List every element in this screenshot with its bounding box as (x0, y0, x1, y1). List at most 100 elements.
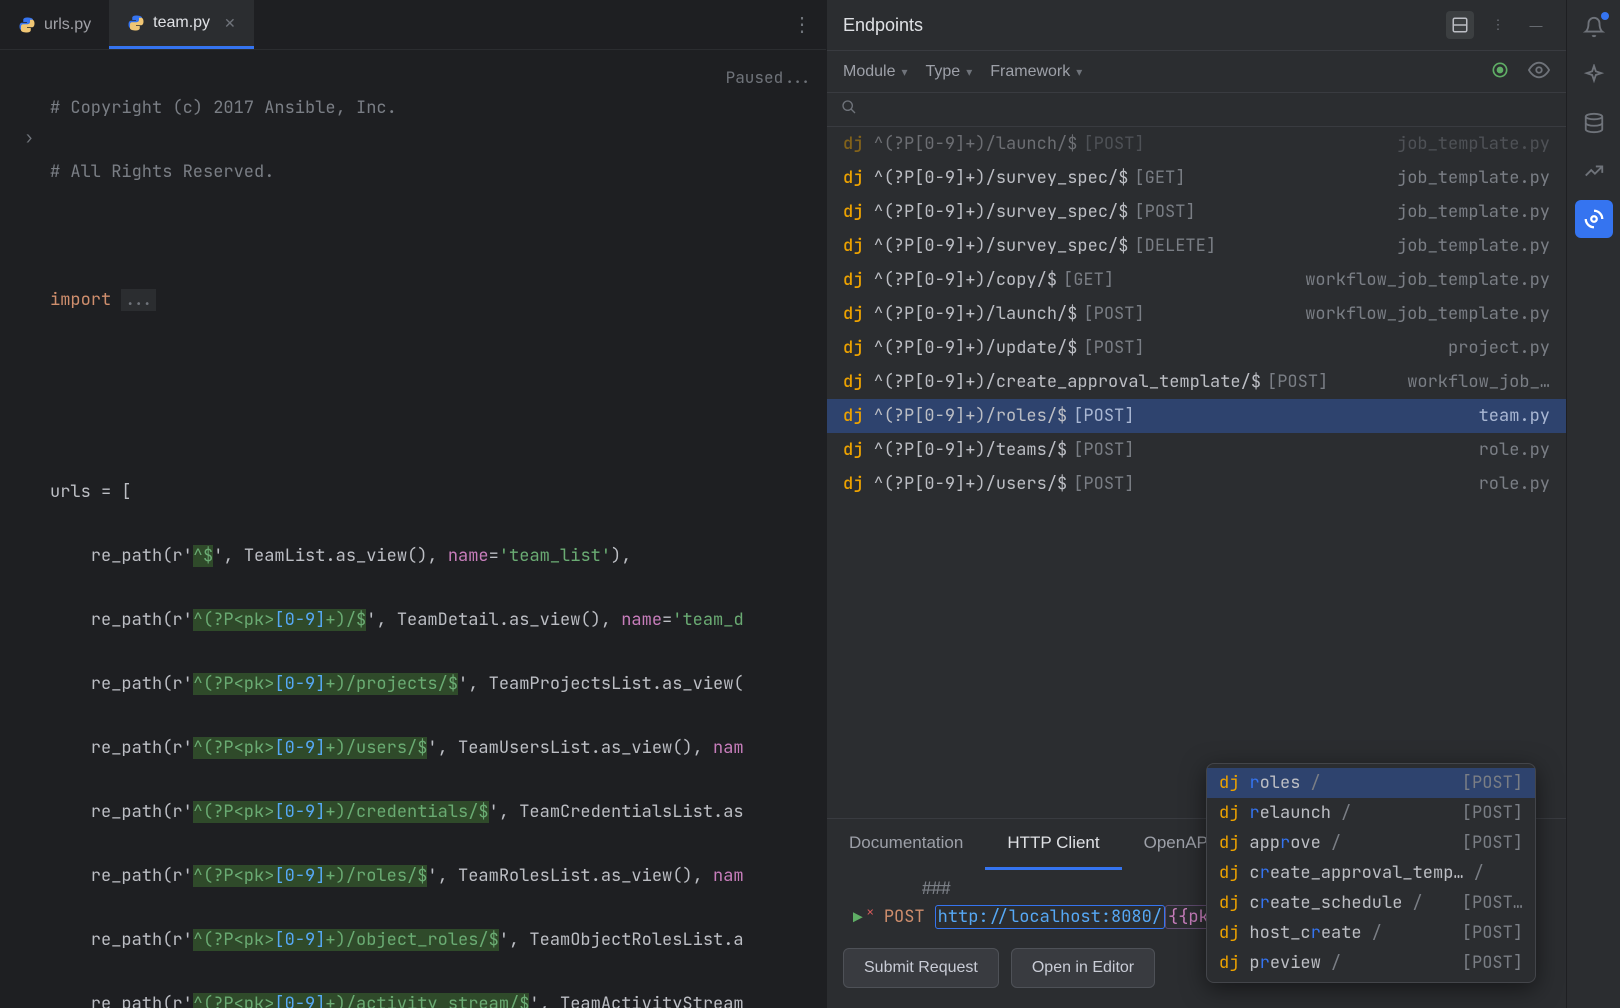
endpoints-search[interactable] (827, 93, 1566, 127)
search-icon (841, 99, 857, 120)
tab-label: urls.py (44, 16, 91, 34)
chevron-down-icon (901, 63, 907, 81)
autocomplete-popup: djroles/[POST]djrelaunch/[POST]djapprove… (1206, 763, 1536, 983)
filter-module[interactable]: Module (843, 63, 908, 81)
autocomplete-method: [POST] (1462, 832, 1523, 854)
kebab-menu-icon[interactable]: ⋮ (1484, 11, 1512, 39)
python-icon (18, 16, 36, 34)
autocomplete-label: relaunch (1249, 802, 1331, 824)
endpoint-row[interactable]: dj^(?P[0-9]+)/launch/$[POST]workflow_job… (827, 297, 1566, 331)
endpoints-list: dj ^(?P[0-9]+)/launch/$ [POST] job_template… (827, 127, 1566, 818)
endpoint-path: ^(?P[0-9]+)/launch/$ (873, 303, 1077, 325)
chevron-down-icon (1076, 63, 1082, 81)
autocomplete-label: roles (1249, 772, 1300, 794)
tab-http-client[interactable]: HTTP Client (985, 819, 1121, 870)
tab-documentation[interactable]: Documentation (827, 819, 985, 870)
endpoint-row[interactable]: dj^(?P[0-9]+)/users/$[POST]role.py (827, 467, 1566, 501)
framework-badge: dj (843, 337, 863, 359)
endpoint-method: [DELETE] (1134, 235, 1216, 257)
framework-badge: dj (1219, 952, 1239, 974)
endpoint-path: ^(?P[0-9]+)/teams/$ (873, 439, 1067, 461)
endpoint-method: [POST] (1083, 337, 1144, 359)
endpoint-row[interactable]: dj^(?P[0-9]+)/roles/$[POST]team.py (827, 399, 1566, 433)
fold-icon[interactable]: › (0, 122, 50, 154)
chevron-down-icon (966, 63, 972, 81)
chart-icon[interactable] (1575, 152, 1613, 190)
http-url-base: http://localhost:8080/ (935, 905, 1165, 929)
endpoint-path: ^(?P[0-9]+)/copy/$ (873, 269, 1057, 291)
endpoint-row[interactable]: dj ^(?P[0-9]+)/create_approval_template/$… (827, 365, 1566, 399)
endpoint-path: ^(?P[0-9]+)/survey_spec/$ (873, 167, 1128, 189)
endpoint-file: job_template.py (1397, 201, 1550, 223)
endpoint-method: [POST] (1073, 473, 1134, 495)
framework-badge: dj (843, 269, 863, 291)
open-in-editor-button[interactable]: Open in Editor (1011, 948, 1155, 988)
database-icon[interactable] (1575, 104, 1613, 142)
code-editor[interactable]: Paused... › # Copyright (c) 2017 Ansible… (0, 50, 826, 1008)
comment-line: # Copyright (c) 2017 Ansible, Inc. (50, 97, 397, 119)
framework-badge: dj (843, 439, 863, 461)
endpoint-file: team.py (1479, 405, 1550, 427)
endpoint-path: ^(?P[0-9]+)/survey_spec/$ (873, 201, 1128, 223)
file-tab-urls[interactable]: urls.py (0, 0, 109, 49)
notifications-icon[interactable] (1575, 8, 1613, 46)
ai-icon[interactable] (1575, 56, 1613, 94)
target-icon[interactable] (1490, 60, 1510, 83)
framework-badge: dj (843, 201, 863, 223)
close-tab-icon[interactable]: ✕ (224, 15, 236, 32)
autocomplete-label: host_create (1249, 922, 1361, 944)
endpoint-path: ^(?P[0-9]+)/roles/$ (873, 405, 1067, 427)
framework-badge: dj (843, 473, 863, 495)
endpoint-row[interactable]: dj ^(?P[0-9]+)/copy/$ [GET] workflow_job_te… (827, 263, 1566, 297)
autocomplete-item[interactable]: djpreview/[POST] (1207, 948, 1535, 978)
cancel-icon[interactable]: ✕ (867, 904, 874, 920)
endpoint-file: job_template.py (1397, 133, 1550, 155)
autocomplete-item[interactable]: djcreate_schedule/[POST… (1207, 888, 1535, 918)
endpoint-method: [GET] (1063, 269, 1114, 291)
endpoint-path: ^(?P[0-9]+)/update/$ (873, 337, 1077, 359)
endpoint-method: [POST] (1134, 201, 1195, 223)
endpoint-row[interactable]: dj^(?P[0-9]+)/launch/$[POST]job_template… (827, 127, 1566, 161)
submit-request-button[interactable]: Submit Request (843, 948, 999, 988)
framework-badge: dj (1219, 772, 1239, 794)
filter-type[interactable]: Type (926, 63, 973, 81)
autocomplete-method: [POST] (1462, 772, 1523, 794)
endpoint-file: job_template.py (1397, 167, 1550, 189)
http-method: POST (884, 906, 925, 928)
run-icon[interactable]: ▶ (853, 907, 863, 928)
autocomplete-label: preview (1249, 952, 1320, 974)
endpoint-path: ^(?P[0-9]+)/launch/$ (873, 133, 1077, 155)
endpoints-tool-icon[interactable] (1575, 200, 1613, 238)
endpoint-path: ^(?P[0-9]+)/survey_spec/$ (873, 235, 1128, 257)
endpoint-row[interactable]: dj ^(?P[0-9]+)/survey_spec/$ [DELETE] job_t… (827, 229, 1566, 263)
endpoint-path: ^(?P[0-9]+)/create_approval_template/$ (873, 371, 1261, 393)
framework-badge: dj (1219, 892, 1239, 914)
autocomplete-item[interactable]: djroles/[POST] (1207, 768, 1535, 798)
layout-icon[interactable] (1446, 11, 1474, 39)
autocomplete-item[interactable]: djcreate_approval_temp…/ (1207, 858, 1535, 888)
autocomplete-method: [POST… (1462, 892, 1523, 914)
eye-icon[interactable] (1528, 59, 1550, 84)
endpoints-tool-window: Endpoints ⋮ — Module Type Framework dj^(… (826, 0, 1566, 1008)
minimize-icon[interactable]: — (1522, 11, 1550, 39)
framework-badge: dj (843, 235, 863, 257)
autocomplete-item[interactable]: djrelaunch/[POST] (1207, 798, 1535, 828)
endpoint-method: [POST] (1073, 439, 1134, 461)
editor-tabs-bar: urls.py team.py ✕ ⋮ (0, 0, 826, 50)
endpoint-row[interactable]: dj ^(?P[0-9]+)/survey_spec/$ [POST] job_tem… (827, 195, 1566, 229)
endpoints-title: Endpoints (843, 15, 1436, 36)
autocomplete-item[interactable]: djhost_create/[POST] (1207, 918, 1535, 948)
framework-badge: dj (843, 303, 863, 325)
endpoint-file: job_template.py (1397, 235, 1550, 257)
tab-overflow-menu[interactable]: ⋮ (778, 12, 826, 37)
endpoint-file: workflow_job_template.py (1305, 269, 1550, 291)
framework-badge: dj (843, 371, 863, 393)
endpoint-row[interactable]: dj^(?P[0-9]+)/update/$[POST]project.py (827, 331, 1566, 365)
framework-badge: dj (843, 167, 863, 189)
endpoint-row[interactable]: dj^(?P[0-9]+)/survey_spec/$[GET]job_temp… (827, 161, 1566, 195)
endpoints-filters: Module Type Framework (827, 50, 1566, 93)
filter-framework[interactable]: Framework (990, 63, 1082, 81)
endpoint-row[interactable]: dj^(?P[0-9]+)/teams/$[POST]role.py (827, 433, 1566, 467)
file-tab-team[interactable]: team.py ✕ (109, 0, 254, 49)
autocomplete-item[interactable]: djapprove/[POST] (1207, 828, 1535, 858)
